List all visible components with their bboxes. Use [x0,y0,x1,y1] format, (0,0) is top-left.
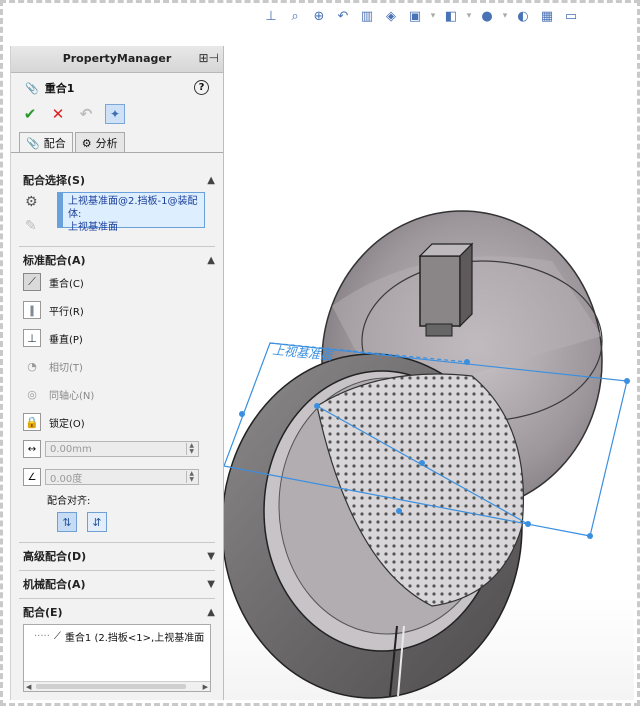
assembly-model[interactable]: 上视基准面 [222,6,634,700]
tab-strip: 📎 配合 ⚙ 分析 [19,132,223,153]
horizontal-scrollbar[interactable]: ◀ ▶ [24,681,210,691]
mate-lock-label: 锁定(O) [49,418,85,430]
paperclip-icon: 📎 [26,136,40,150]
section-divider [19,570,215,571]
lock-icon: 🔒 [23,413,41,431]
angle-row: ∠ 0.00度 ▲ ▼ [23,468,223,486]
mate-parallel[interactable]: ∥ 平行(R) [23,300,223,320]
distance-input[interactable]: 0.00mm ▲ ▼ [45,441,199,457]
scroll-right-icon[interactable]: ▶ [203,683,208,691]
collapse-chevron-icon[interactable]: ▲ [207,175,215,186]
section-advanced-mates-title: 高级配合(D) [23,550,87,563]
concentric-icon: ◎ [27,387,37,401]
tangent-icon: ◔ [27,359,37,373]
scroll-thumb[interactable] [36,684,186,689]
section-mechanical-mates[interactable]: 机械配合(A) ▼ [23,576,215,592]
selection-entry[interactable]: 上视基准面 [62,221,200,234]
mate-coincident[interactable]: ⟋ 重合(C) [23,272,223,292]
front-ring [222,353,525,699]
entity-selection-icon: ⚙ [25,194,38,210]
tree-connector: ····· [34,631,50,642]
remove-selection-icon: ✎ [25,218,37,234]
scroll-left-icon[interactable]: ◀ [26,683,31,691]
mate-selection-list[interactable]: 上视基准面@2.挡板-1@装配体: 上视基准面 [57,192,205,233]
section-standard-mates[interactable]: 标准配合(A) ▲ [23,252,215,268]
section-mate-selections-title: 配合选择(S) [23,174,85,187]
angle-value: 0.00度 [50,473,83,485]
property-manager-panel: PropertyManager ⊞⊣ 📎 重合1 ? ✔ ✕ ↶ ✦ 📎 配合 … [10,46,224,700]
perpendicular-icon: ⊥ [23,329,41,347]
section-divider [19,246,215,247]
section-divider [19,598,215,599]
analysis-icon: ⚙ [81,136,92,150]
property-manager-title: PropertyManager [62,52,172,65]
mate-perpendicular[interactable]: ⊥ 垂直(P) [23,328,223,348]
action-buttons: ✔ ✕ ↶ ✦ [21,104,223,124]
help-button[interactable]: ? [194,80,209,95]
coincident-icon: ⟋ [53,631,61,642]
panel-pin-icon[interactable]: ⊞⊣ [198,51,219,65]
angle-spinner[interactable]: ▲ ▼ [186,471,194,483]
distance-spinner[interactable]: ▲ ▼ [186,443,194,455]
paperclip-icon: 📎 [25,81,39,95]
top-post [418,242,474,337]
aligned-button[interactable]: ⇅ [57,512,77,532]
mate-concentric-label: 同轴心(N) [49,390,95,402]
undo-icon[interactable]: ↶ [77,105,95,123]
tab-mates-label: 配合 [43,137,66,150]
mate-tangent-label: 相切(T) [49,362,83,374]
mate-perpendicular-label: 垂直(P) [49,334,83,346]
property-manager-header: PropertyManager ⊞⊣ [11,46,223,73]
mate-parallel-label: 平行(R) [49,306,84,318]
section-divider [19,542,215,543]
feature-name: 重合1 [44,82,75,95]
distance-row: ↔ 0.00mm ▲ ▼ [23,440,223,458]
mate-concentric[interactable]: ◎ 同轴心(N) [23,384,223,404]
tab-analysis-label: 分析 [95,137,118,150]
tab-analysis[interactable]: ⚙ 分析 [74,132,125,153]
tab-divider [11,152,223,153]
mates-list[interactable]: ····· ⟋ 重合1 (2.挡板<1>,上视基准面 ◀ ▶ [23,624,211,692]
collapse-chevron-icon[interactable]: ▲ [207,255,215,266]
distance-icon[interactable]: ↔ [23,440,41,458]
mate-alignment-label: 配合对齐: [47,496,91,507]
selection-bar [57,192,63,228]
tab-mates[interactable]: 📎 配合 [19,132,73,153]
section-mechanical-mates-title: 机械配合(A) [23,578,86,591]
mate-lock[interactable]: 🔒 锁定(O) [23,412,223,432]
angle-input[interactable]: 0.00度 ▲ ▼ [45,469,199,485]
mate-list-item-label: 重合1 (2.挡板<1>,上视基准面 [64,633,205,644]
distance-value: 0.00mm [50,443,92,455]
angle-icon[interactable]: ∠ [23,468,41,486]
coincident-icon: ⟋ [23,273,41,291]
mate-list-item[interactable]: ····· ⟋ 重合1 (2.挡板<1>,上视基准面 [34,629,204,644]
anti-aligned-button[interactable]: ⇵ [87,512,107,532]
section-standard-mates-title: 标准配合(A) [23,254,86,267]
section-mate-selections[interactable]: 配合选择(S) ▲ [23,172,215,188]
keep-visible-pin-button[interactable]: ✦ [105,104,125,124]
cancel-button[interactable]: ✕ [49,105,67,123]
parallel-icon: ∥ [23,301,41,319]
section-advanced-mates[interactable]: 高级配合(D) ▼ [23,548,215,564]
mate-tangent[interactable]: ◔ 相切(T) [23,356,223,376]
collapse-chevron-icon[interactable]: ▲ [207,607,215,618]
expand-chevron-icon[interactable]: ▼ [207,579,215,590]
mate-coincident-label: 重合(C) [49,278,84,290]
expand-chevron-icon[interactable]: ▼ [207,551,215,562]
ok-button[interactable]: ✔ [21,105,39,123]
section-mates-title: 配合(E) [23,606,63,619]
mate-alignment-buttons: ⇅ ⇵ [57,512,223,532]
section-mates[interactable]: 配合(E) ▲ [23,604,215,620]
selection-entry[interactable]: 上视基准面@2.挡板-1@装配体: [62,195,200,221]
